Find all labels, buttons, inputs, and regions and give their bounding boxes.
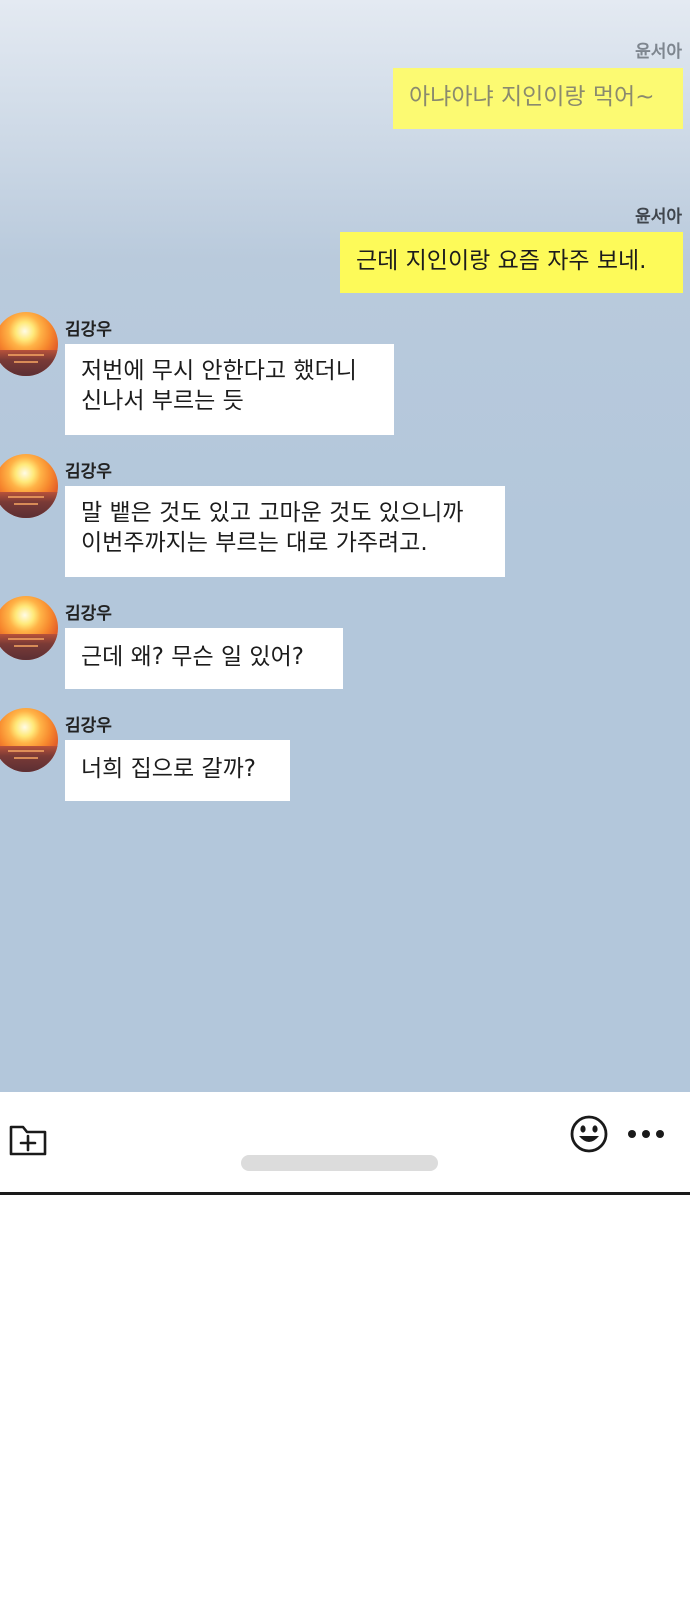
- message-line: 이번주까지는 부르는 대로 가주려고.: [81, 530, 428, 556]
- contact-avatar[interactable]: [0, 454, 58, 518]
- message-line: 저번에 무시 안한다고 했더니: [81, 358, 357, 384]
- more-icon[interactable]: [626, 1124, 666, 1144]
- outgoing-message-bubble[interactable]: 근데 지인이랑 요즘 자주 보네.: [340, 232, 683, 293]
- message-line: 신나서 부르는 듯: [81, 388, 244, 414]
- incoming-message-bubble[interactable]: 저번에 무시 안한다고 했더니 신나서 부르는 듯: [65, 344, 394, 435]
- blank-area: [0, 1195, 690, 1600]
- emoji-icon[interactable]: [569, 1114, 609, 1154]
- sender-name: 김강우: [65, 604, 112, 624]
- chat-area: 윤서아 아냐아냐 지인이랑 먹어~ 윤서아 근데 지인이랑 요즘 자주 보네. …: [0, 0, 690, 1092]
- sender-name: 윤서아: [635, 42, 682, 62]
- incoming-message-bubble[interactable]: 근데 왜? 무슨 일 있어?: [65, 628, 343, 689]
- incoming-message-bubble[interactable]: 너희 집으로 갈까?: [65, 740, 290, 801]
- sender-name: 김강우: [65, 320, 112, 340]
- sender-name: 김강우: [65, 462, 112, 482]
- sender-name: 김강우: [65, 716, 112, 736]
- contact-avatar[interactable]: [0, 708, 58, 772]
- contact-avatar[interactable]: [0, 312, 58, 376]
- home-indicator: [241, 1155, 438, 1171]
- input-toolbar: [0, 1092, 690, 1195]
- outgoing-message-bubble[interactable]: 아냐아냐 지인이랑 먹어~: [393, 68, 683, 129]
- folder-add-icon[interactable]: [8, 1118, 48, 1158]
- contact-avatar[interactable]: [0, 596, 58, 660]
- incoming-message-bubble[interactable]: 말 뱉은 것도 있고 고마운 것도 있으니까 이번주까지는 부르는 대로 가주려…: [65, 486, 505, 577]
- message-line: 말 뱉은 것도 있고 고마운 것도 있으니까: [81, 500, 464, 526]
- sender-name: 윤서아: [635, 207, 682, 227]
